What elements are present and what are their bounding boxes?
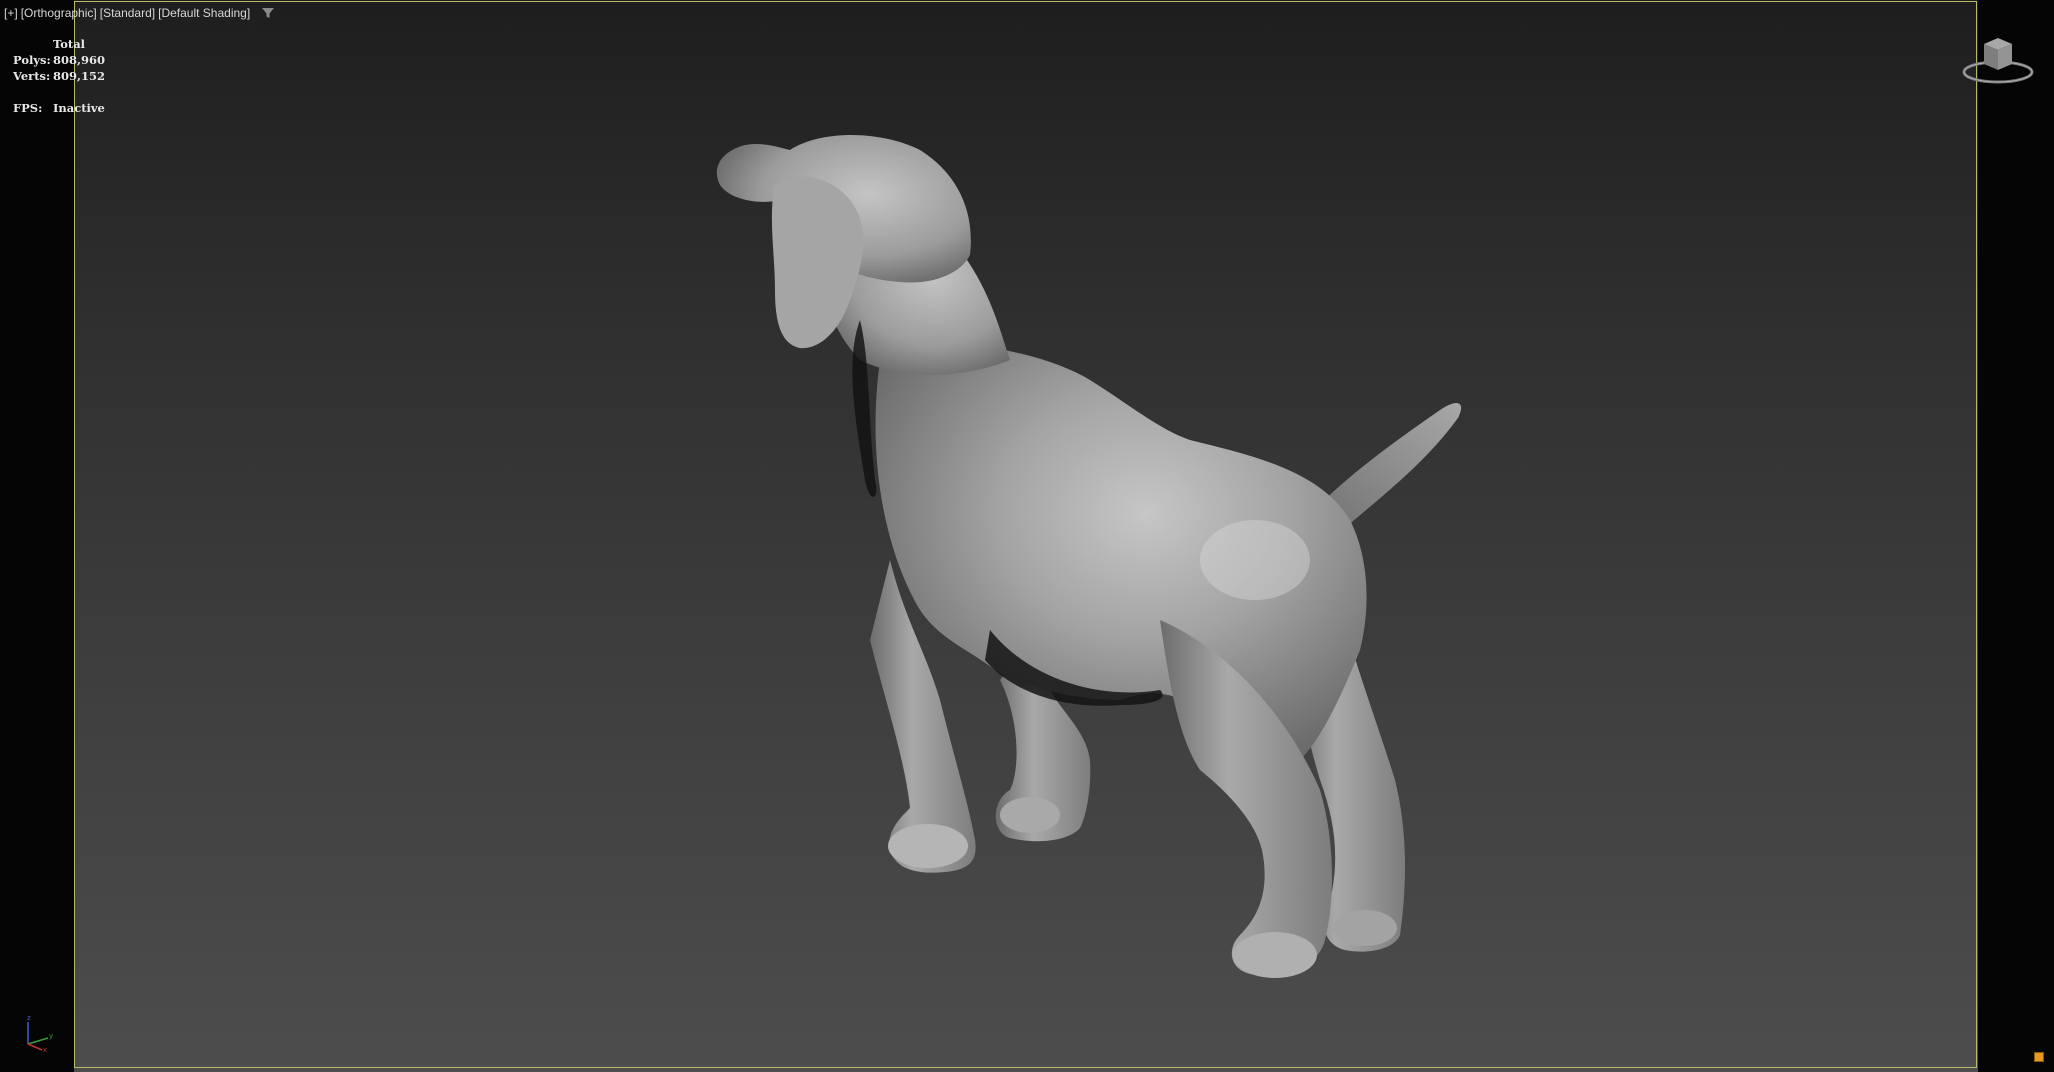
- dog-model[interactable]: [0, 0, 2054, 1072]
- axis-z-label: z: [27, 1014, 31, 1022]
- viewport-letterbox-right: [1978, 0, 2054, 1072]
- viewport-corner-badge[interactable]: [2034, 1052, 2044, 1062]
- statistics-overlay: Total Polys: 808,960 Verts: 809,152 FPS:…: [13, 36, 105, 116]
- viewport-plus-menu[interactable]: [+]: [4, 6, 18, 20]
- stats-verts-label: Verts:: [13, 69, 51, 83]
- perspective-viewport[interactable]: [+] [Orthographic] [Standard] [Default S…: [0, 0, 2054, 1072]
- dog-paw-front-near: [888, 824, 968, 868]
- viewcube-icon[interactable]: [1960, 30, 2036, 90]
- viewport-letterbox-left: [0, 0, 74, 1072]
- max-viewport-app: [+] [Orthographic] [Standard] [Default S…: [0, 0, 2054, 1072]
- stats-polys-label: Polys:: [13, 53, 51, 67]
- viewport-standard-menu[interactable]: [Standard]: [100, 6, 155, 20]
- stats-polys-row: Polys: 808,960: [13, 52, 105, 68]
- dog-hip-highlight: [1200, 520, 1310, 600]
- stats-fps-label: FPS:: [13, 101, 43, 115]
- stats-polys-value: 808,960: [53, 53, 106, 67]
- axis-x-label: x: [43, 1046, 47, 1052]
- stats-header: Total: [53, 37, 86, 51]
- viewport-label-menu: [+] [Orthographic] [Standard] [Default S…: [4, 6, 275, 20]
- stats-fps-value: Inactive: [53, 101, 105, 115]
- dog-paw-back-far: [1333, 910, 1397, 946]
- stats-verts-row: Verts: 809,152: [13, 68, 105, 84]
- stats-fps-row: FPS: Inactive: [13, 100, 105, 116]
- axis-tripod-icon: z y x: [27, 1014, 53, 1052]
- filter-icon[interactable]: [261, 6, 275, 20]
- stats-header-row: Total: [13, 36, 105, 52]
- axis-y-label: y: [49, 1032, 53, 1040]
- dog-paw-back-near: [1233, 932, 1317, 978]
- stats-verts-value: 809,152: [53, 69, 106, 83]
- viewport-shading-menu[interactable]: [Default Shading]: [158, 6, 250, 20]
- dog-paw-front-far: [1000, 797, 1060, 833]
- viewport-view-menu[interactable]: [Orthographic]: [21, 6, 97, 20]
